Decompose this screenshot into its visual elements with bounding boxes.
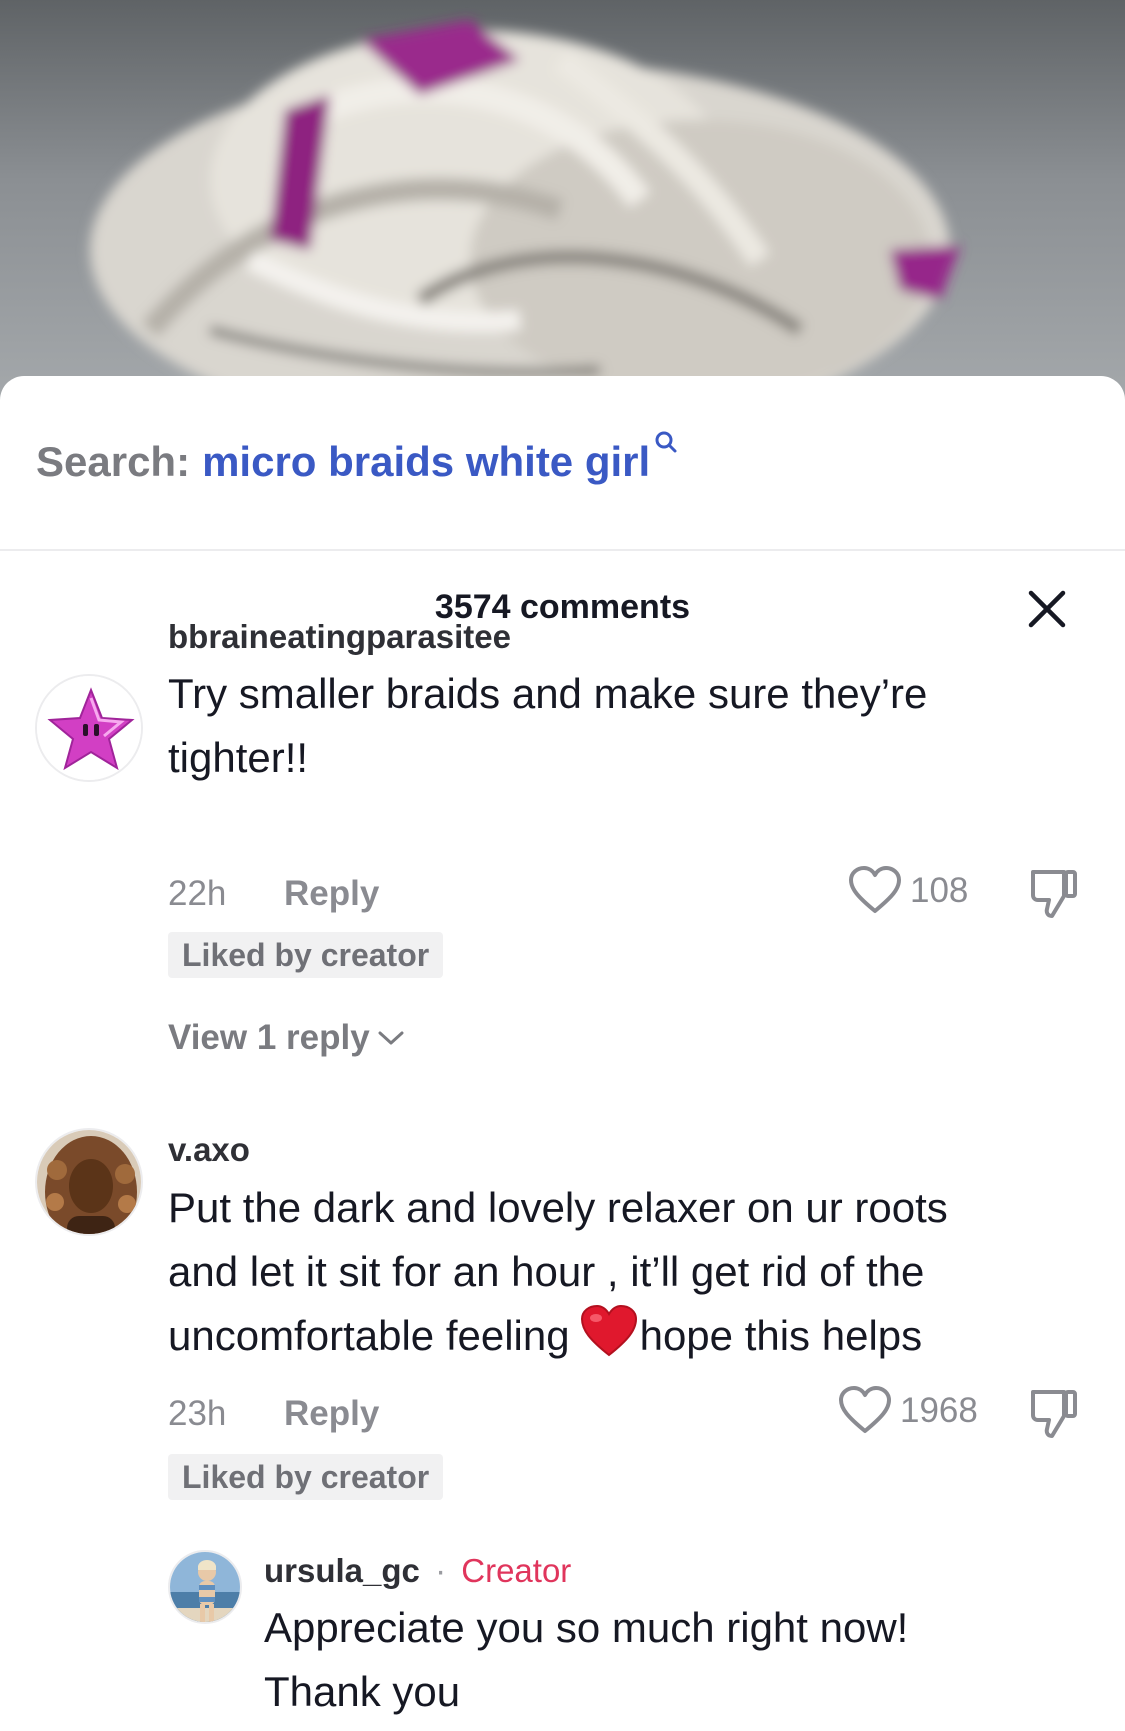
reply-text: Appreciate you so much right now! Thank … (264, 1596, 1104, 1724)
divider (0, 549, 1125, 551)
pink-star-icon (37, 676, 141, 780)
comment-text: Put the dark and lovely relaxer on ur ro… (168, 1176, 1068, 1368)
close-button[interactable] (1026, 588, 1068, 630)
thumbs-down-icon (1031, 1390, 1077, 1438)
separator-dot: · (435, 1552, 447, 1589)
reply-username-row: ursula_gc · Creator (264, 1552, 571, 1590)
search-suggestion[interactable]: Search: micro braids white girl (36, 431, 678, 488)
search-icon (654, 416, 678, 453)
comment-text-line: uncomfortable feeling hope this helps (168, 1304, 1068, 1368)
comments-sheet: Search: micro braids white girl 3574 com… (0, 376, 1125, 1731)
comment-text-segment: hope this helps (639, 1312, 923, 1359)
reply-button[interactable]: Reply (284, 1394, 379, 1434)
view-replies-label: View 1 reply (168, 1018, 370, 1057)
comment-time: 22h (168, 874, 227, 913)
reply-text-line: Appreciate you so much right now! (264, 1604, 909, 1651)
dislike-button[interactable] (1030, 1388, 1078, 1440)
heart-outline-icon (849, 866, 901, 913)
search-prefix: Search: (36, 438, 191, 485)
red-heart-emoji-icon (580, 1304, 638, 1358)
comment-text-segment: uncomfortable feeling (168, 1312, 570, 1359)
comment-text-line: Try smaller braids and make sure they’re (168, 670, 928, 717)
comment-text-line: and let it sit for an hour , it’ll get r… (168, 1248, 925, 1295)
user-photo (170, 1552, 240, 1622)
creator-label: Creator (461, 1552, 572, 1589)
comment-username[interactable]: bbraineatingparasitee (168, 618, 511, 656)
chevron-down-icon (378, 1031, 404, 1045)
avatar[interactable] (168, 1550, 242, 1624)
reply-username[interactable]: ursula_gc (264, 1552, 420, 1589)
avatar[interactable] (35, 1128, 143, 1236)
comment-text-line: Put the dark and lovely relaxer on ur ro… (168, 1184, 948, 1231)
comment-text-line: tighter!! (168, 734, 309, 781)
like-count: 1968 (900, 1391, 978, 1430)
avatar[interactable] (35, 674, 143, 782)
view-replies-button[interactable]: View 1 reply (168, 1018, 406, 1058)
search-query-link[interactable]: micro braids white girl (202, 438, 650, 486)
reply-text-line: Thank you (264, 1668, 461, 1715)
like-button[interactable]: 1968 (838, 1386, 978, 1436)
liked-by-creator-badge: Liked by creator (168, 932, 444, 978)
video-frame-image (90, 20, 960, 400)
like-count: 108 (910, 871, 969, 910)
liked-by-creator-badge: Liked by creator (168, 1454, 444, 1500)
like-button[interactable]: 108 (848, 866, 968, 916)
close-icon (1028, 590, 1066, 628)
user-photo (37, 1130, 141, 1234)
reply-button[interactable]: Reply (284, 874, 379, 914)
video-background (0, 0, 1125, 400)
comment-username[interactable]: v.axo (168, 1131, 250, 1169)
thumbs-down-icon (1031, 870, 1077, 918)
dislike-button[interactable] (1030, 868, 1078, 920)
heart-outline-icon (839, 1386, 891, 1433)
comment-text: Try smaller braids and make sure they’re… (168, 662, 1068, 790)
comment-time: 23h (168, 1394, 227, 1433)
